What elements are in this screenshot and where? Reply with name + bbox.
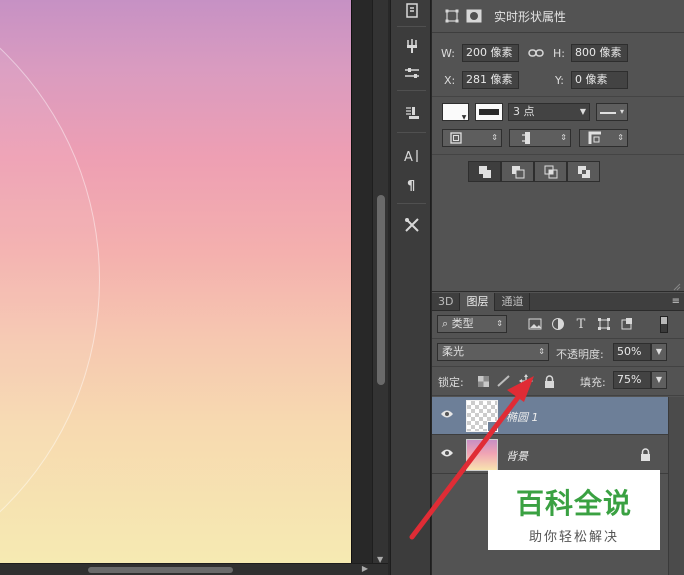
stroke-corners-dropdown[interactable]: ⇕ — [579, 129, 628, 147]
x-position-field[interactable]: 281 像素 — [462, 71, 519, 89]
stroke-align-dropdown[interactable]: ⇕ — [442, 129, 502, 147]
layer-name[interactable]: 背景 — [506, 448, 528, 464]
layer-row-background[interactable]: 背景 — [432, 436, 668, 474]
canvas-area[interactable] — [0, 0, 372, 575]
chevron-updown-icon: ⇕ — [538, 347, 545, 356]
paragraph-icon[interactable]: ¶ — [400, 174, 424, 196]
tab-3d[interactable]: 3D — [432, 293, 461, 311]
vertical-scroll-thumb[interactable] — [377, 195, 385, 385]
chevron-updown-icon: ⇕ — [617, 133, 624, 142]
horizontal-scroll-thumb[interactable] — [88, 567, 233, 573]
chevron-updown-icon: ⇕ — [496, 319, 503, 328]
shape-bounds-icon[interactable] — [444, 9, 460, 23]
adjustments-icon[interactable] — [400, 62, 424, 84]
lock-all-icon[interactable] — [542, 374, 556, 388]
history-icon[interactable] — [400, 0, 424, 22]
stroke-caps-dropdown[interactable]: ⇕ — [509, 129, 571, 147]
mask-icon[interactable] — [466, 9, 482, 23]
chevron-updown-icon: ⇕ — [560, 133, 567, 142]
fill-label: 填充: — [580, 376, 606, 389]
fill-field[interactable]: 75% — [613, 371, 651, 389]
height-field[interactable]: 800 像素 — [571, 44, 628, 62]
layers-scrollbar[interactable] — [668, 397, 684, 575]
opacity-field[interactable]: 50% — [613, 343, 651, 361]
svg-text:A: A — [404, 150, 413, 164]
layer-row-ellipse[interactable]: 椭圆 1 — [432, 397, 668, 435]
watermark-title: 百科全说 — [515, 487, 632, 520]
y-label: Y: — [555, 74, 564, 87]
tab-channels[interactable]: 通道 — [495, 293, 531, 311]
clone-source-icon[interactable] — [400, 102, 424, 124]
width-field[interactable]: 200 像素 — [462, 44, 519, 62]
eye-icon[interactable] — [440, 409, 456, 423]
chevron-updown-icon: ⇕ — [491, 133, 498, 142]
subtract-shapes-button[interactable] — [501, 161, 534, 182]
intersect-shapes-button[interactable] — [534, 161, 567, 182]
search-icon: ⌕ — [442, 317, 449, 330]
path-operations-group — [468, 161, 600, 182]
character-icon[interactable]: A — [400, 145, 424, 167]
stroke-width-dropdown[interactable]: 3 点 ▼ — [508, 103, 590, 121]
stroke-width-value: 3 点 — [513, 105, 535, 118]
vertical-scrollbar[interactable]: ▼ — [372, 0, 388, 566]
stroke-style-dropdown[interactable]: ▾ — [596, 103, 628, 121]
panel-menu-icon[interactable]: ≡ — [672, 296, 680, 307]
filter-shape-layers-icon[interactable] — [595, 315, 613, 333]
width-label: W: — [441, 47, 455, 60]
eye-icon[interactable] — [440, 448, 456, 462]
opacity-label: 不透明度: — [556, 348, 604, 361]
properties-panel: 实时形状属性 W: 200 像素 H: 800 像素 X: 281 像素 Y: … — [432, 0, 684, 292]
lock-icon — [640, 448, 651, 464]
layer-thumbnail[interactable] — [466, 400, 498, 432]
scroll-right-arrow-icon[interactable]: ▶ — [362, 564, 368, 573]
chevron-down-icon: ▼ — [655, 347, 662, 356]
stroke-color-swatch[interactable] — [475, 103, 503, 121]
panel-icon-strip: A ¶ — [390, 0, 431, 575]
chevron-down-icon: ▼ — [655, 375, 662, 384]
filter-smart-objects-icon[interactable] — [618, 315, 636, 333]
layer-filter-dropdown[interactable]: ⌕ 类型 ⇕ — [437, 315, 507, 333]
lock-image-pixels-icon[interactable] — [497, 374, 511, 388]
exclude-shapes-button[interactable] — [567, 161, 600, 182]
blend-mode-value: 柔光 — [442, 345, 464, 358]
properties-header: 实时形状属性 — [432, 0, 684, 33]
lock-position-icon[interactable] — [519, 374, 533, 388]
layer-thumbnail[interactable] — [466, 439, 498, 471]
filter-pixel-layers-icon[interactable] — [526, 315, 544, 333]
link-dimensions-icon[interactable] — [528, 46, 544, 60]
filter-adjustment-layers-icon[interactable] — [549, 315, 567, 333]
combine-shapes-button[interactable] — [468, 161, 501, 182]
svg-text:¶: ¶ — [407, 179, 415, 193]
height-label: H: — [553, 47, 565, 60]
chevron-down-icon: ▼ — [579, 107, 586, 116]
filter-toggle-switch[interactable] — [660, 316, 668, 333]
layers-panel-tabs: 3D 图层 通道 — [432, 293, 684, 311]
layer-name[interactable]: 椭圆 1 — [506, 409, 539, 425]
tool-presets-icon[interactable] — [400, 214, 424, 236]
watermark-subtitle: 助你轻松解决 — [528, 530, 619, 545]
ellipse-shape[interactable] — [0, 0, 100, 563]
blend-mode-dropdown[interactable]: 柔光 ⇕ — [437, 343, 549, 361]
document-canvas[interactable] — [0, 0, 352, 563]
tab-layers[interactable]: 图层 — [460, 293, 496, 311]
lock-transparent-pixels-icon[interactable] — [476, 374, 490, 388]
watermark-logo: 百科全说 助你轻松解决 — [488, 470, 660, 550]
x-label: X: — [444, 74, 456, 87]
lock-label: 锁定: — [438, 376, 464, 389]
layer-filter-value: 类型 — [451, 317, 474, 330]
y-position-field[interactable]: 0 像素 — [571, 71, 628, 89]
chevron-down-icon: ▾ — [619, 107, 624, 116]
shape-layer-badge-icon — [487, 421, 498, 432]
resize-grip-icon[interactable] — [673, 281, 681, 291]
fill-dropdown-arrow-icon[interactable]: ▼ — [460, 113, 468, 121]
horizontal-scrollbar[interactable]: ▶ — [0, 563, 388, 575]
filter-type-layers-icon[interactable]: T — [572, 315, 590, 333]
opacity-slider-toggle[interactable]: ▼ — [651, 343, 667, 361]
brush-presets-icon[interactable] — [400, 35, 424, 57]
properties-title: 实时形状属性 — [494, 9, 567, 24]
fill-slider-toggle[interactable]: ▼ — [651, 371, 667, 389]
